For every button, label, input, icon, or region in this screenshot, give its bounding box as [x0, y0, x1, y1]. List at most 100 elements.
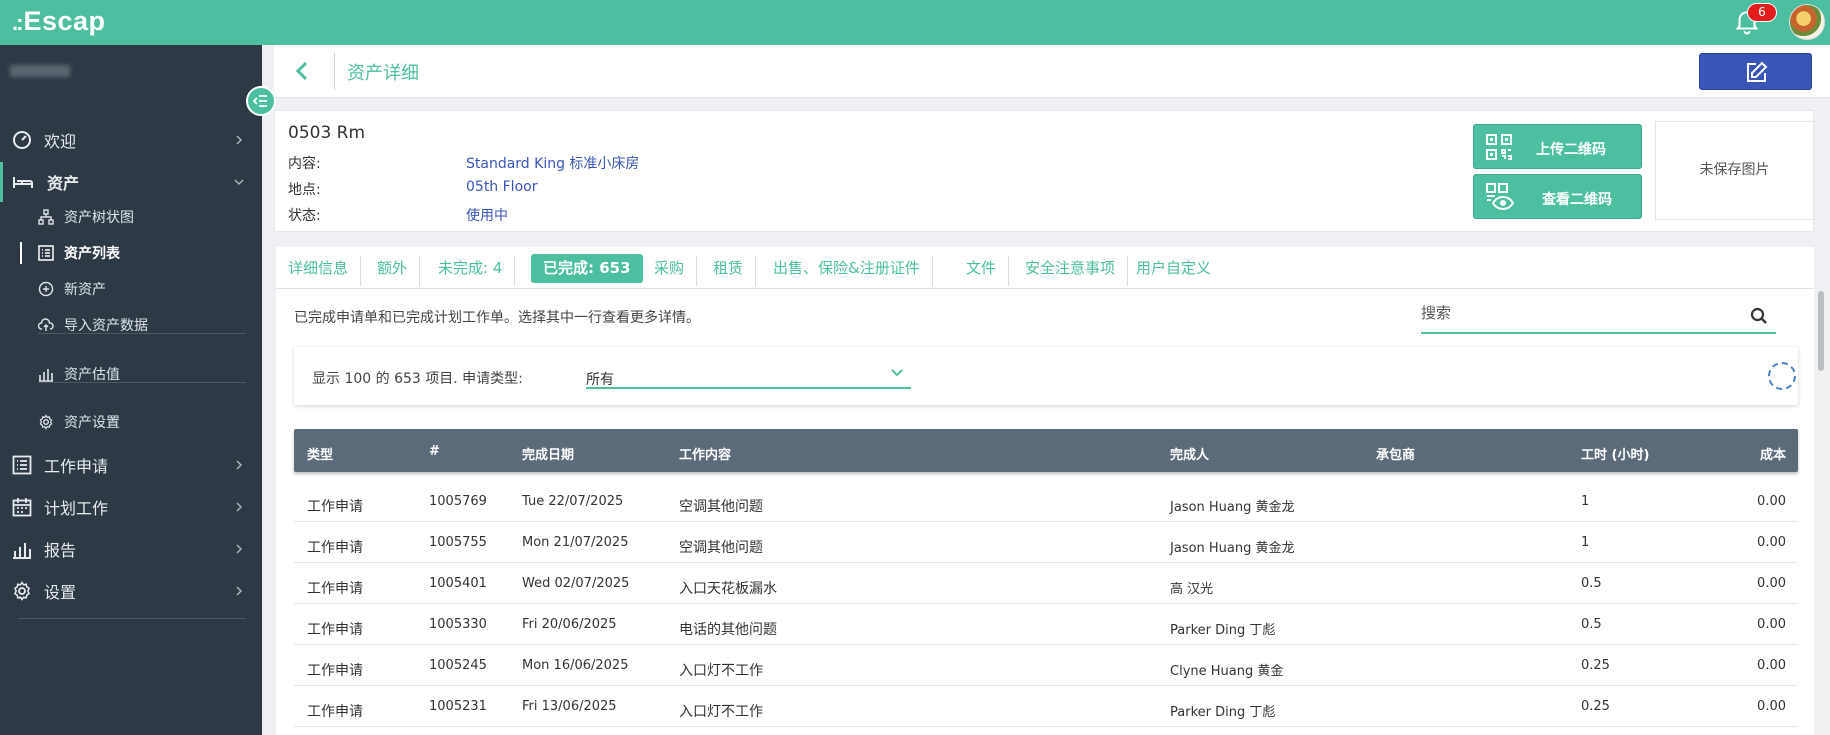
cell-completed-by: 高 汉光 — [1170, 582, 1214, 597]
gear-icon — [39, 414, 53, 430]
sidebar-subitem-label: 资产树状图 — [64, 210, 134, 226]
column-header-type[interactable]: 类型 — [307, 444, 333, 463]
sidebar-subitem-asset-list[interactable]: 资产列表 — [0, 236, 262, 270]
cell-number: 1005769 — [429, 494, 487, 509]
table-row[interactable]: 工作申请 1005330 Fri 20/06/2025 电话的其他问题 Park… — [294, 604, 1798, 645]
cell-type: 工作申请 — [307, 499, 363, 515]
user-name-blurred — [10, 65, 70, 77]
asset-tabs: 详细信息 额外 未完成: 4 已完成: 653 采购 租赁 出售、保险&注册证件… — [276, 247, 1814, 289]
sidebar-subitem-asset-tree[interactable]: 资产树状图 — [0, 200, 262, 234]
cell-date: Fri 20/06/2025 — [522, 617, 617, 632]
sidebar-item-label: 计划工作 — [44, 499, 109, 518]
content-scrollbar[interactable] — [1814, 289, 1830, 735]
loading-spinner-icon — [1768, 362, 1796, 390]
sidebar-subitem-new-asset[interactable]: 新资产 — [0, 272, 262, 306]
column-header-contractor[interactable]: 承包商 — [1376, 444, 1415, 463]
view-qr-button[interactable]: 查看二维码 — [1473, 174, 1642, 219]
sidebar-subitem-import-assets[interactable]: 导入资产数据 — [0, 308, 262, 342]
chevron-right-icon — [236, 135, 243, 145]
page-title: 资产详细 — [347, 63, 419, 84]
cell-number: 1005231 — [429, 699, 487, 714]
bar-chart-icon — [39, 369, 53, 382]
tab-completed[interactable]: 已完成: 653 — [531, 254, 643, 283]
search-icon[interactable] — [1750, 307, 1768, 325]
filter-bar: 显示 100 的 653 项目. 申请类型: 所有 — [294, 347, 1798, 405]
tab-sales-insurance-registration[interactable]: 出售、保险&注册证件 — [761, 254, 933, 286]
chevron-down-icon — [234, 179, 244, 186]
user-avatar[interactable] — [1789, 4, 1825, 40]
scrollbar-thumb[interactable] — [1818, 291, 1824, 371]
table-row[interactable]: 工作申请 1005755 Mon 21/07/2025 空调其他问题 Jason… — [294, 522, 1798, 563]
cell-number: 1005330 — [429, 617, 487, 632]
cell-work: 入口灯不工作 — [679, 704, 763, 720]
sidebar-subitem-asset-valuation[interactable]: 资产估值 — [0, 357, 262, 391]
cell-number: 1005245 — [429, 658, 487, 673]
table-header: 类型 # 完成日期 工作内容 完成人 承包商 工时 (小时) 成本 — [294, 429, 1798, 472]
cell-cost: 0.00 — [1757, 617, 1786, 632]
tab-extra[interactable]: 额外 — [365, 254, 421, 286]
column-header-completed-date[interactable]: 完成日期 — [522, 444, 574, 463]
cell-type: 工作申请 — [307, 622, 363, 638]
upload-qr-button[interactable]: 上传二维码 — [1473, 124, 1642, 169]
tab-details[interactable]: 详细信息 — [276, 254, 362, 286]
cell-cost: 0.00 — [1757, 494, 1786, 509]
table-row[interactable]: 工作申请 1005769 Tue 22/07/2025 空调其他问题 Jason… — [294, 481, 1798, 522]
app-logo[interactable]: .:Escap — [12, 6, 106, 37]
asset-title: 0503 Rm — [288, 123, 366, 143]
sidebar-item-assets[interactable]: 资产 — [0, 162, 262, 202]
sidebar-item-label: 报告 — [44, 541, 77, 560]
edit-button[interactable] — [1699, 53, 1812, 90]
sidebar-item-reports[interactable]: 报告 — [0, 529, 262, 569]
tab-purchasing[interactable]: 采购 — [642, 254, 698, 286]
cell-type: 工作申请 — [307, 581, 363, 597]
back-arrow-icon[interactable] — [288, 56, 318, 86]
cell-cost: 0.00 — [1757, 699, 1786, 714]
chevron-right-icon — [236, 502, 243, 512]
sidebar-subitem-asset-settings[interactable]: 资产设置 — [0, 405, 262, 439]
cell-cost: 0.00 — [1757, 658, 1786, 673]
search-input[interactable] — [1421, 304, 1721, 322]
request-type-selected-value: 所有 — [586, 372, 614, 388]
tab-user-defined[interactable]: 用户自定义 — [1124, 254, 1223, 283]
cell-work: 空调其他问题 — [679, 499, 763, 515]
tab-incomplete[interactable]: 未完成: 4 — [426, 254, 516, 286]
column-header-completed-by[interactable]: 完成人 — [1170, 444, 1209, 463]
column-header-hours[interactable]: 工时 (小时) — [1581, 444, 1649, 463]
cell-work: 电话的其他问题 — [679, 622, 777, 638]
table-row[interactable]: 工作申请 1005401 Wed 02/07/2025 入口天花板漏水 高 汉光… — [294, 563, 1798, 604]
field-label: 状态: — [288, 208, 321, 224]
sidebar-divider — [38, 382, 246, 383]
cell-hours: 0.5 — [1581, 576, 1602, 591]
table-row[interactable]: 工作申请 1005231 Fri 13/06/2025 入口灯不工作 Parke… — [294, 686, 1798, 727]
column-header-number[interactable]: # — [429, 444, 440, 459]
table-row[interactable]: 工作申请 1005245 Mon 16/06/2025 入口灯不工作 Clyne… — [294, 645, 1798, 686]
cell-work: 空调其他问题 — [679, 540, 763, 556]
column-header-work-content[interactable]: 工作内容 — [679, 444, 731, 463]
page-header: 资产详细 — [274, 45, 1830, 98]
header-divider — [334, 53, 335, 90]
tab-files[interactable]: 文件 — [954, 254, 1010, 286]
asset-content-link[interactable]: Standard King 标准小床房 — [466, 153, 639, 173]
sidebar-divider — [18, 618, 246, 619]
tab-safety-notes[interactable]: 安全注意事项 — [1013, 254, 1129, 286]
cell-completed-by: Jason Huang 黄金龙 — [1170, 541, 1295, 556]
notification-count-badge: 6 — [1747, 3, 1777, 22]
cell-hours: 0.25 — [1581, 658, 1610, 673]
sidebar-item-welcome[interactable]: 欢迎 — [0, 120, 262, 160]
collapse-menu-icon — [252, 95, 267, 107]
sidebar-item-planned-work[interactable]: 计划工作 — [0, 487, 262, 527]
sidebar-item-work-requests[interactable]: 工作申请 — [0, 445, 262, 485]
asset-photo-placeholder[interactable]: 未保存图片 — [1655, 121, 1814, 220]
request-type-select[interactable]: 所有 — [586, 359, 911, 389]
column-header-cost[interactable]: 成本 — [1760, 444, 1786, 463]
cell-number: 1005401 — [429, 576, 487, 591]
asset-location-link[interactable]: 05th Floor — [466, 179, 537, 195]
sidebar-item-label: 欢迎 — [44, 132, 77, 151]
chevron-right-icon — [236, 586, 243, 596]
tab-lease[interactable]: 租赁 — [701, 254, 757, 286]
sidebar-item-label: 资产 — [47, 174, 80, 193]
sidebar-collapse-button[interactable] — [246, 86, 276, 116]
sidebar-item-settings[interactable]: 设置 — [0, 571, 262, 611]
asset-summary-card: 0503 Rm 内容: Standard King 标准小床房 地点: 05th… — [274, 110, 1814, 232]
cell-date: Mon 16/06/2025 — [522, 658, 629, 673]
